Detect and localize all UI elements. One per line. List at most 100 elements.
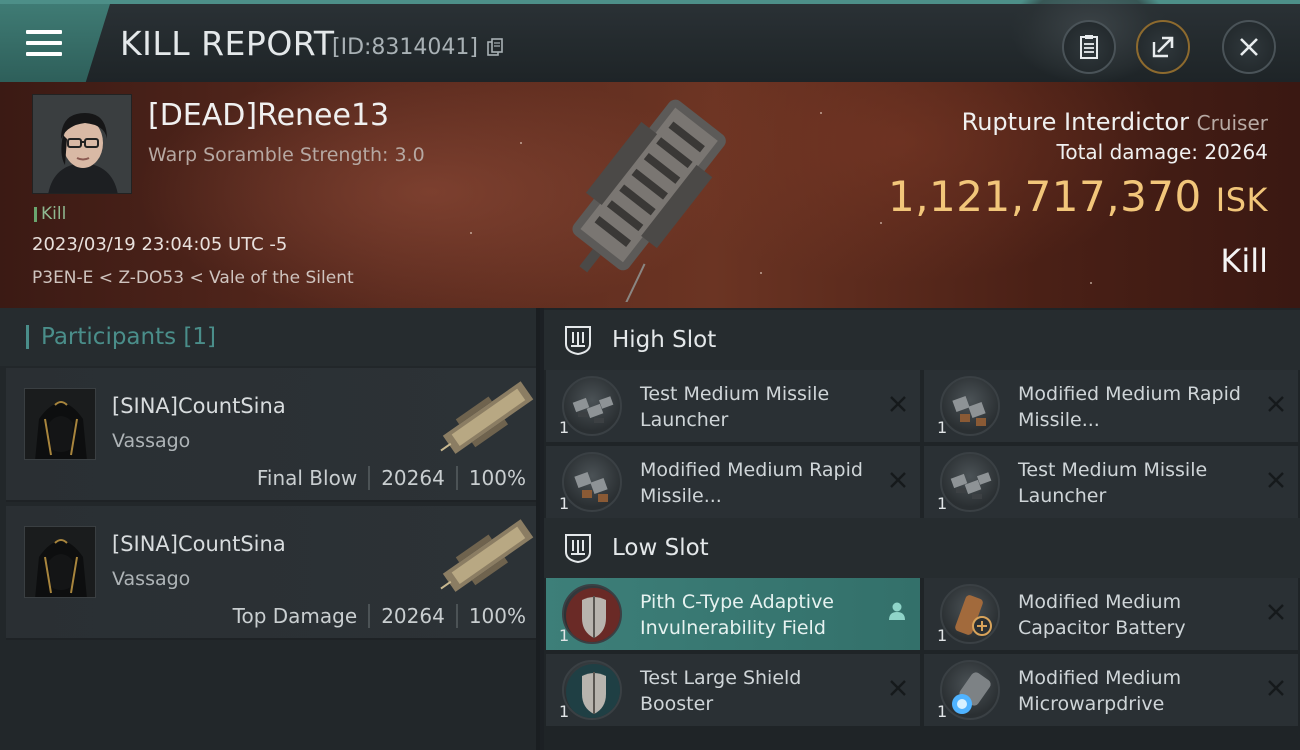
module-quantity: 1	[937, 494, 948, 513]
capacitor-battery-icon	[940, 584, 1000, 644]
ship-name: Rupture Interdictor	[961, 108, 1189, 136]
missile-launcher-icon	[940, 452, 1000, 512]
pilot-portrait	[33, 95, 131, 193]
stat-divider	[455, 604, 458, 628]
module-name: Test Medium Missile Launcher	[1018, 459, 1208, 507]
clipboard-button[interactable]	[1062, 20, 1116, 74]
victim-name: [DEAD]Renee13	[148, 98, 390, 133]
module-quantity: 1	[559, 702, 570, 721]
kill-tag-label: Kill	[41, 204, 67, 224]
missile-launcher-icon	[562, 376, 622, 436]
copy-icon[interactable]	[487, 38, 503, 57]
participant-card[interactable]: [SINA]CountSina Vassago Top Damage 20264…	[6, 506, 536, 640]
participant-card[interactable]: [SINA]CountSina Vassago Final Blow 20264…	[6, 368, 536, 502]
module-item[interactable]: 1 Modified Medium Rapid Missile...	[546, 446, 920, 518]
module-item[interactable]: 1 Test Medium Missile Launcher	[546, 370, 920, 442]
participant-name: [SINA]CountSina	[112, 394, 286, 418]
rapid-missile-launcher-icon	[940, 376, 1000, 436]
victim-ship[interactable]: Rupture Interdictor Cruiser	[962, 108, 1268, 136]
low-slot-icon	[565, 534, 591, 564]
module-name: Test Medium Missile Launcher	[640, 383, 830, 431]
module-item[interactable]: 1 Test Large Shield Booster	[546, 654, 920, 726]
high-slot-icon	[565, 326, 591, 356]
total-damage-value: 20264	[1204, 140, 1268, 164]
participant-avatar[interactable]	[24, 526, 96, 598]
participant-role: Final Blow	[256, 466, 358, 490]
participant-percent: 100%	[468, 466, 526, 490]
person-icon[interactable]	[886, 600, 908, 622]
destroyed-x-icon	[1268, 604, 1284, 620]
participant-avatar[interactable]	[24, 388, 96, 460]
destroyed-x-icon	[1268, 472, 1284, 488]
hooded-portrait	[25, 389, 95, 459]
module-name: Test Large Shield Booster	[640, 667, 802, 715]
header-bar: KILL REPORT [ID:8314041]	[0, 0, 1300, 84]
participants-header: Participants [1]	[0, 308, 536, 366]
participant-stats: Top Damage 20264 100%	[233, 604, 526, 628]
destroyed-x-icon	[890, 680, 906, 696]
isk-value: 1,121,717,370 ISK	[888, 172, 1268, 221]
result-label: Kill	[1220, 242, 1268, 280]
participants-count: [1]	[183, 324, 217, 350]
menu-icon	[26, 30, 62, 56]
participant-damage: 20264	[381, 466, 445, 490]
module-item[interactable]: 1 Modified Medium Rapid Missile...	[924, 370, 1298, 442]
module-name: Modified Medium Rapid Missile...	[640, 459, 863, 507]
high-slot-header: High Slot	[544, 310, 1300, 370]
isk-unit: ISK	[1215, 181, 1268, 219]
clipboard-icon	[1080, 35, 1098, 59]
module-quantity: 1	[937, 702, 948, 721]
participants-marker	[26, 325, 29, 349]
participant-ship: Vassago	[112, 568, 191, 590]
low-slot-label: Low Slot	[612, 535, 709, 561]
module-name: Modified Medium Capacitor Battery	[1018, 591, 1186, 639]
participant-ship-image	[440, 381, 534, 454]
total-damage: Total damage: 20264	[1057, 140, 1268, 164]
module-quantity: 1	[937, 626, 948, 645]
microwarpdrive-icon	[940, 660, 1000, 720]
kill-tag-marker	[34, 206, 37, 222]
victim-banner: [DEAD]Renee13 Warp Soramble Strength: 3.…	[0, 82, 1300, 308]
stat-divider	[455, 466, 458, 490]
module-name: Modified Medium Microwarpdrive	[1018, 667, 1182, 715]
fitting-panel: High Slot 1 Test Medium Missile Launcher…	[544, 308, 1300, 750]
module-item[interactable]: 1 Test Medium Missile Launcher	[924, 446, 1298, 518]
victim-avatar[interactable]	[32, 94, 132, 194]
participant-ship: Vassago	[112, 430, 191, 452]
kill-id: [ID:8314041]	[332, 35, 478, 60]
total-damage-label: Total damage:	[1056, 140, 1199, 164]
share-button[interactable]	[1136, 20, 1190, 74]
module-quantity: 1	[937, 418, 948, 437]
kill-location[interactable]: P3EN-E < Z-DO53 < Vale of the Silent	[32, 268, 354, 288]
module-item[interactable]: 1 Modified Medium Capacitor Battery	[924, 578, 1298, 650]
module-quantity: 1	[559, 494, 570, 513]
close-icon	[1240, 38, 1258, 56]
participant-percent: 100%	[468, 604, 526, 628]
module-name: Modified Medium Rapid Missile...	[1018, 383, 1241, 431]
participant-damage: 20264	[381, 604, 445, 628]
rapid-missile-launcher-icon	[562, 452, 622, 512]
close-button[interactable]	[1222, 20, 1276, 74]
destroyed-x-icon	[890, 396, 906, 412]
destroyed-x-icon	[1268, 680, 1284, 696]
menu-button[interactable]	[0, 4, 110, 82]
participant-ship-image	[440, 519, 534, 592]
stat-divider	[368, 466, 371, 490]
module-item[interactable]: 1 Pith C-Type Adaptive Invulnerability F…	[546, 578, 920, 650]
participant-stats: Final Blow 20264 100%	[257, 466, 526, 490]
participants-title: Participants	[41, 324, 177, 350]
participant-name: [SINA]CountSina	[112, 532, 286, 556]
share-icon	[1152, 36, 1174, 58]
shield-booster-icon	[562, 660, 622, 720]
hooded-portrait	[25, 527, 95, 597]
ship-class: Cruiser	[1196, 111, 1268, 135]
page-title: KILL REPORT	[120, 24, 335, 63]
kill-tag: Kill	[34, 204, 66, 224]
participants-panel: Participants [1] [SINA]CountSina Vassago	[0, 308, 540, 750]
low-slot-header: Low Slot	[544, 518, 1300, 578]
module-quantity: 1	[559, 626, 570, 645]
module-item[interactable]: 1 Modified Medium Microwarpdrive	[924, 654, 1298, 726]
stat-divider	[368, 604, 371, 628]
module-name: Pith C-Type Adaptive Invulnerability Fie…	[640, 591, 834, 639]
destroyed-x-icon	[890, 472, 906, 488]
